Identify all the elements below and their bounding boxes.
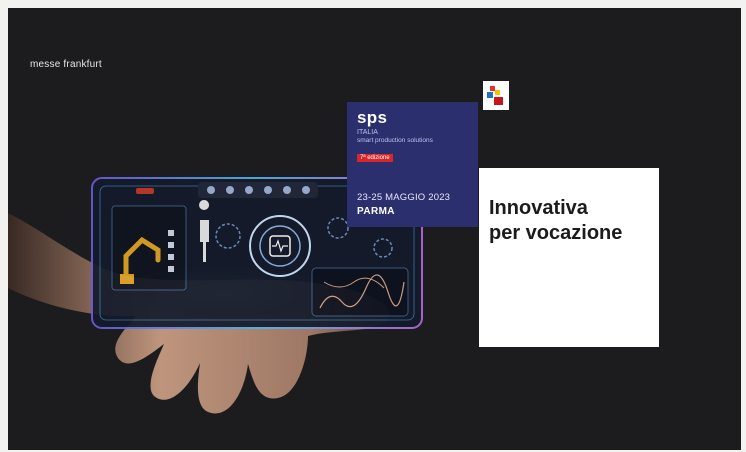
event-tagline: smart production solutions	[357, 137, 433, 144]
event-country: ITALIA	[357, 129, 378, 136]
event-edition-badge: 7ª edizione	[357, 154, 393, 162]
event-name: sps	[357, 108, 388, 127]
event-dates: 23-25 MAGGIO 2023	[357, 192, 451, 203]
claim-box: Innovativa per vocazione	[479, 168, 659, 347]
messe-frankfurt-logo-icon	[483, 81, 509, 110]
event-city: PARMA	[357, 206, 395, 217]
sps-italia-badge: sps ITALIA smart production solutions 7ª…	[347, 102, 478, 227]
messe-frankfurt-wordmark: messe frankfurt	[30, 59, 102, 70]
claim-line-2: per vocazione	[489, 222, 623, 244]
poster: messe frankfurt sps ITALIA smart product…	[8, 8, 741, 450]
claim-line-1: Innovativa	[489, 197, 588, 219]
claim-headline: Innovativa per vocazione	[489, 196, 654, 246]
